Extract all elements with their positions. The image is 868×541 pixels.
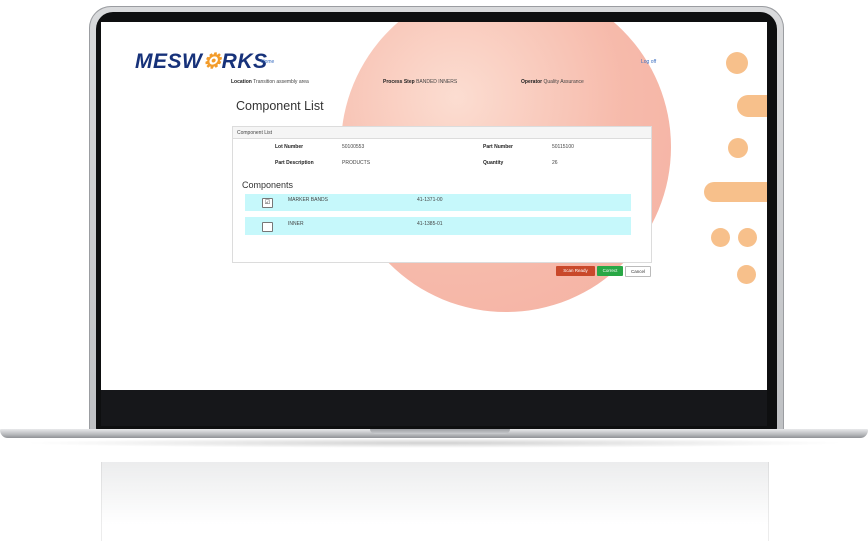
components-heading: Components: [242, 180, 294, 190]
home-link[interactable]: Home: [261, 59, 274, 65]
panel-header: [233, 127, 651, 139]
operator-label: Operator: [521, 79, 543, 85]
quantity-label: Quantity: [483, 160, 504, 166]
laptop-reflection: [101, 462, 769, 541]
app-screen: MESW⚙RKS Home Log off Location Transitio…: [101, 22, 767, 390]
component-code: 41-1385-01: [417, 221, 443, 227]
process-value: BANDED INNERS: [416, 79, 458, 85]
component-code: 41-1371-00: [417, 197, 443, 203]
component-list-panel: Component List Lot Number 50100553 Part …: [232, 126, 652, 263]
decorative-dot: [726, 52, 748, 74]
component-checkbox[interactable]: [262, 222, 273, 232]
logo-text: MESW: [135, 50, 203, 73]
operator-info: Operator Quality Assurance: [521, 79, 584, 85]
part-number-value: 50115100: [552, 144, 574, 150]
logoff-link[interactable]: Log off: [641, 59, 656, 65]
correct-button[interactable]: Correct: [597, 266, 623, 276]
location-value: Transition assembly area: [253, 79, 309, 85]
laptop-chin: [101, 390, 767, 426]
page-title: Component List: [236, 99, 324, 113]
lot-number-label: Lot Number: [275, 144, 304, 150]
component-name: MARKER BANDS: [288, 197, 329, 203]
gear-icon: ⚙: [202, 50, 222, 73]
component-row[interactable]: ☑ MARKER BANDS 41-1371-00: [245, 194, 631, 211]
panel-heading: Component List: [237, 130, 273, 136]
laptop-shadow: [20, 438, 848, 448]
process-step-info: Process Step BANDED INNERS: [383, 79, 457, 85]
quantity-value: 26: [552, 160, 558, 166]
decorative-dot: [711, 228, 730, 247]
part-number-label: Part Number: [483, 144, 514, 150]
decorative-dot: [738, 228, 757, 247]
decorative-pill: [704, 182, 767, 202]
lot-number-value: 50100553: [342, 144, 365, 150]
scan-ready-button[interactable]: Scan Ready: [556, 266, 595, 276]
cancel-button[interactable]: Cancel: [625, 266, 651, 277]
meswerks-logo[interactable]: MESW⚙RKS: [135, 49, 268, 74]
laptop-notch: [370, 429, 510, 434]
location-info: Location Transition assembly area: [231, 79, 309, 85]
decorative-dot: [728, 138, 748, 158]
decorative-pill: [737, 95, 767, 117]
component-name: INNER: [288, 221, 304, 227]
decorative-dot: [737, 265, 756, 284]
component-row[interactable]: INNER 41-1385-01: [245, 217, 631, 235]
location-label: Location: [231, 79, 252, 85]
component-checkbox[interactable]: ☑: [262, 198, 273, 208]
part-description-label: Part Description: [275, 160, 314, 166]
operator-value: Quality Assurance: [543, 79, 584, 85]
process-label: Process Step: [383, 79, 415, 85]
part-description-value: PRODUCTS: [342, 160, 371, 166]
